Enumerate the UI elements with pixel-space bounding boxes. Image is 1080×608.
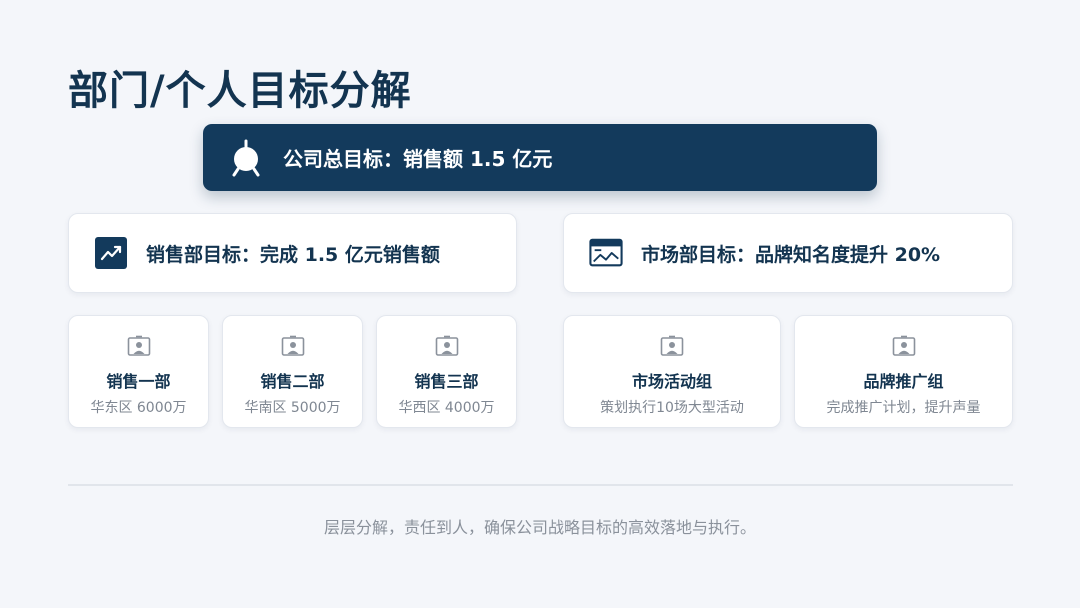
marketing-dept-card: 市场部目标：品牌知名度提升 20% (563, 213, 1013, 293)
page-title: 部门/个人目标分解 (68, 68, 412, 114)
team-card-marketing-events: 市场活动组 策划执行10场大型活动 (563, 315, 781, 428)
team-card-sales-1: 销售一部 华东区 6000万 (68, 315, 209, 428)
trend-up-icon (94, 236, 128, 270)
sales-dept-goal: 销售部目标：完成 1.5 亿元销售额 (146, 243, 440, 266)
team-desc: 完成推广计划，提升声量 (826, 400, 981, 416)
team-name: 销售三部 (414, 372, 479, 391)
team-card-sales-3: 销售三部 华西区 4000万 (376, 315, 517, 428)
team-desc: 策划执行10场大型活动 (600, 400, 744, 416)
team-desc: 华南区 5000万 (244, 400, 341, 416)
target-icon (229, 139, 263, 177)
browser-chart-icon (589, 236, 623, 270)
divider (68, 484, 1013, 486)
team-card-sales-2: 销售二部 华南区 5000万 (222, 315, 363, 428)
marketing-dept-goal: 市场部目标：品牌知名度提升 20% (641, 243, 941, 266)
team-desc: 华西区 4000万 (398, 400, 495, 416)
team-name: 品牌推广组 (863, 372, 944, 391)
person-icon (435, 335, 458, 356)
person-icon (892, 335, 915, 356)
footer-note: 层层分解，责任到人，确保公司战略目标的高效落地与执行。 (323, 518, 756, 537)
team-card-brand-promotion: 品牌推广组 完成推广计划，提升声量 (794, 315, 1013, 428)
team-name: 市场活动组 (631, 372, 712, 391)
team-name: 销售二部 (260, 372, 325, 391)
person-icon (281, 335, 304, 356)
company-goal-text: 公司总目标：销售额 1.5 亿元 (283, 147, 553, 171)
team-name: 销售一部 (106, 372, 171, 391)
slide: 部门/个人目标分解 公司总目标：销售额 1.5 亿元 销售部目标：完成 1.5 … (0, 0, 1080, 608)
sales-dept-card: 销售部目标：完成 1.5 亿元销售额 (68, 213, 517, 293)
person-icon (660, 335, 684, 356)
team-desc: 华东区 6000万 (90, 400, 187, 416)
person-icon (127, 335, 150, 356)
company-goal-banner: 公司总目标：销售额 1.5 亿元 (203, 124, 877, 191)
